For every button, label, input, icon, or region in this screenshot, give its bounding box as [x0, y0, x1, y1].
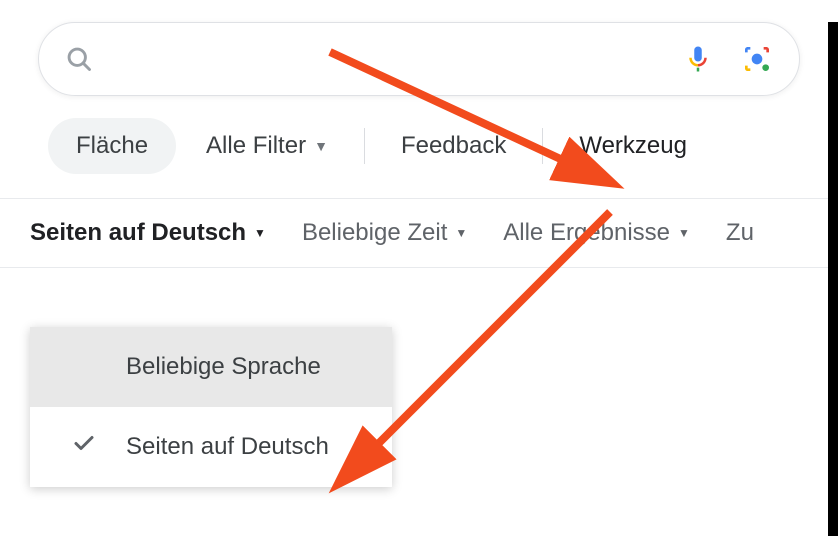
- search-bar[interactable]: [38, 22, 800, 96]
- check-icon: [72, 432, 96, 463]
- dropdown-item-any-language[interactable]: Beliebige Sprache: [30, 327, 392, 407]
- chip-feedback[interactable]: Feedback: [391, 118, 516, 174]
- chevron-down-icon: ▼: [254, 226, 266, 240]
- tool-reset-label: Zu: [726, 219, 754, 247]
- microphone-icon[interactable]: [683, 44, 713, 74]
- tool-language-label: Seiten auf Deutsch: [30, 219, 246, 247]
- right-edge: [828, 22, 838, 536]
- chevron-down-icon: ▼: [455, 226, 467, 240]
- chevron-down-icon: ▼: [678, 226, 690, 240]
- chip-tools[interactable]: Werkzeug: [569, 118, 697, 174]
- search-input[interactable]: [105, 46, 683, 72]
- tool-results[interactable]: Alle Ergebnisse ▼: [503, 219, 690, 247]
- tool-language[interactable]: Seiten auf Deutsch ▼: [30, 219, 266, 247]
- divider: [542, 128, 543, 164]
- language-dropdown: Beliebige Sprache Seiten auf Deutsch: [30, 327, 392, 487]
- chip-tools-label: Werkzeug: [579, 132, 687, 160]
- divider: [364, 128, 365, 164]
- tools-bar: Seiten auf Deutsch ▼ Beliebige Zeit ▼ Al…: [0, 199, 838, 268]
- dropdown-label: Seiten auf Deutsch: [126, 433, 329, 460]
- tool-time-label: Beliebige Zeit: [302, 219, 447, 247]
- tool-results-label: Alle Ergebnisse: [503, 219, 670, 247]
- chip-area[interactable]: Fläche: [48, 118, 176, 174]
- chip-all-filters-label: Alle Filter: [206, 132, 306, 160]
- lens-icon[interactable]: [741, 43, 773, 75]
- search-icon: [65, 45, 93, 73]
- tool-reset[interactable]: Zu: [726, 219, 754, 247]
- search-right-icons: [683, 43, 773, 75]
- filter-bar: Fläche Alle Filter ▼ Feedback Werkzeug: [0, 96, 838, 198]
- dropdown-item-pages-german[interactable]: Seiten auf Deutsch: [30, 407, 392, 487]
- dropdown-label: Beliebige Sprache: [126, 353, 321, 380]
- tool-time[interactable]: Beliebige Zeit ▼: [302, 219, 467, 247]
- chip-area-label: Fläche: [76, 132, 148, 160]
- chevron-down-icon: ▼: [314, 138, 328, 154]
- chip-feedback-label: Feedback: [401, 132, 506, 160]
- chip-all-filters[interactable]: Alle Filter ▼: [196, 118, 338, 174]
